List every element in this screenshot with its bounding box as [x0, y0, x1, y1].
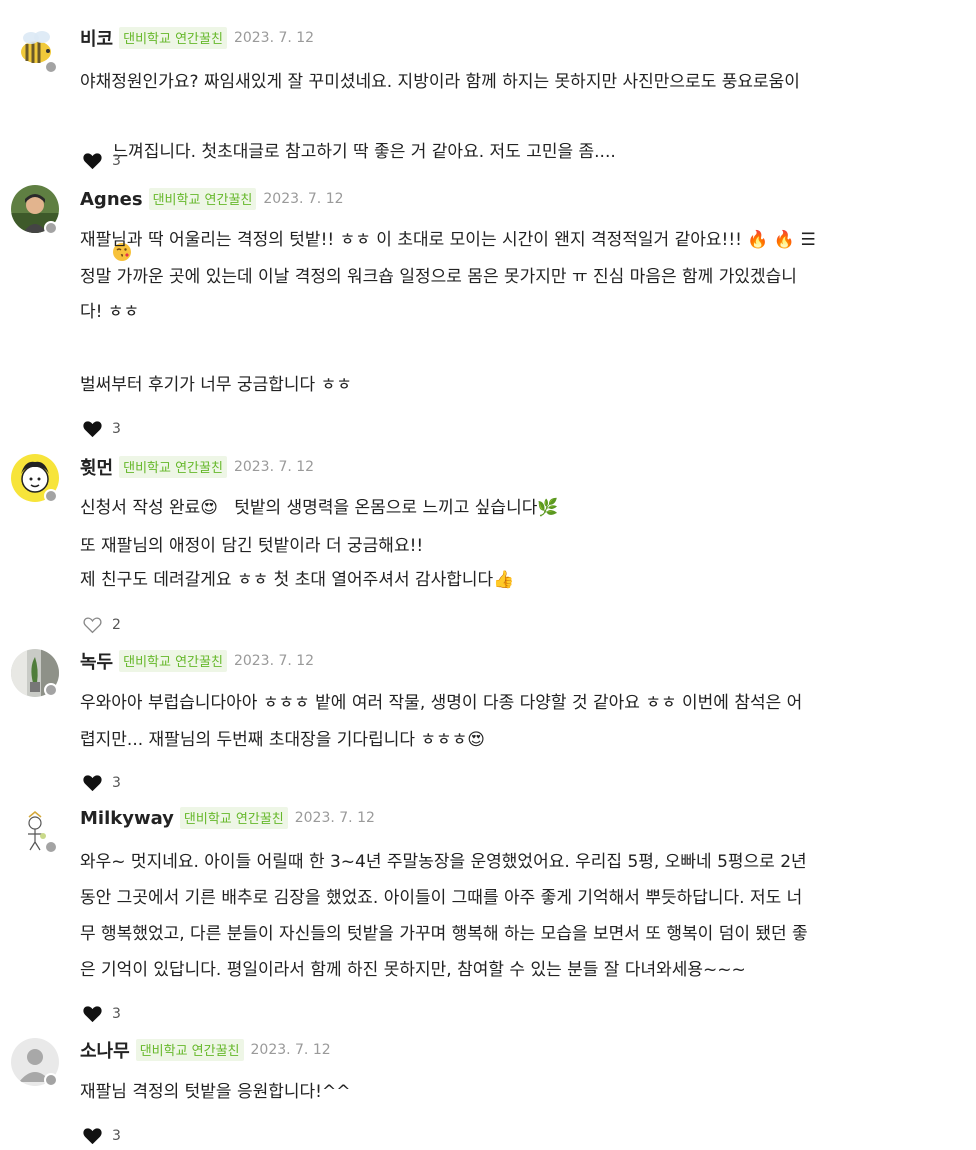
heart-outline-icon — [83, 617, 102, 634]
comment-header: 비코 댄비학교 연간꿀친 2023. 7. 12 — [80, 26, 314, 50]
comment-line: 신청서 작성 완료😍 텃밭의 생명력을 온몸으로 느끼고 싶습니다🌿 — [80, 498, 559, 518]
comment-line: 느껴집니다. 첫초대글로 참고하기 딱 좋은 거 같아요. 저도 고민을 좀..… — [112, 142, 616, 162]
online-status-icon — [44, 221, 58, 235]
comment-line: 또 재팔님의 애정이 담긴 텃밭이라 더 궁금해요!! — [80, 536, 424, 556]
comment-header: Agnes 댄비학교 연간꿀친 2023. 7. 12 — [80, 187, 344, 211]
like-button[interactable]: 3 — [82, 1003, 121, 1025]
like-count: 3 — [112, 153, 121, 169]
like-count: 3 — [112, 421, 121, 437]
like-button[interactable]: 3 — [82, 418, 121, 440]
comment-line: 정말 가까운 곳에 있는데 이날 격정의 워크숍 일정으로 몸은 못가지만 ㅠ … — [80, 267, 797, 287]
member-badge: 댄비학교 연간꿀친 — [135, 1039, 244, 1061]
member-badge: 댄비학교 연간꿀친 — [179, 807, 288, 829]
online-status-icon — [44, 1073, 58, 1087]
comment-line: 은 기억이 있답니다. 평일이라서 함께 하진 못하지만, 참여할 수 있는 분… — [80, 960, 746, 980]
author-name[interactable]: 휫먼 — [80, 454, 113, 480]
member-badge: 댄비학교 연간꿀친 — [148, 188, 257, 210]
member-badge: 댄비학교 연간꿀친 — [119, 650, 227, 672]
comment-line: 제 친구도 데려갈게요 ㅎㅎ 첫 초대 열어주셔서 감사합니다👍 — [80, 570, 515, 590]
comment-header: 소나무 댄비학교 연간꿀친 2023. 7. 12 — [80, 1038, 331, 1062]
author-name[interactable]: Agnes — [80, 189, 143, 210]
like-count: 3 — [112, 1006, 121, 1022]
online-status-icon — [44, 840, 58, 854]
comment-date: 2023. 7. 12 — [263, 191, 344, 207]
comment-list: 비코 댄비학교 연간꿀친 2023. 7. 12 야채정원인가요? 짜임새있게 … — [0, 0, 976, 1150]
author-name[interactable]: 비코 — [80, 25, 113, 51]
comment-line: 동안 그곳에서 기른 배추로 김장을 했었죠. 아이들이 그때를 아주 좋게 기… — [80, 888, 803, 908]
comment-line: 야채정원인가요? 짜임새있게 잘 꾸미셨네요. 지방이라 함께 하지는 못하지만… — [80, 72, 800, 92]
comment-line: 재팔님 격정의 텃밭을 응원합니다!^^ — [80, 1082, 351, 1102]
like-button[interactable]: 3 — [82, 150, 121, 172]
like-button[interactable]: 3 — [82, 1125, 121, 1147]
comment-date: 2023. 7. 12 — [233, 30, 315, 46]
comment-header: 휫먼 댄비학교 연간꿀친 2023. 7. 12 — [80, 455, 314, 479]
comment-line: 무 행복했었고, 다른 분들이 자신들의 텃밭을 가꾸며 행복해 하는 모습을 … — [80, 924, 808, 944]
heart-filled-icon — [83, 421, 102, 438]
comment-line: 재팔님과 딱 어울리는 격정의 텃밭!! ㅎㅎ 이 초대로 모이는 시간이 왠지… — [80, 230, 816, 250]
member-badge: 댄비학교 연간꿀친 — [119, 456, 227, 478]
like-count: 3 — [112, 1128, 121, 1144]
comment-line: 다! ㅎㅎ — [80, 302, 140, 322]
heart-filled-icon — [83, 153, 102, 170]
like-count: 2 — [112, 617, 121, 633]
comment-date: 2023. 7. 12 — [233, 653, 315, 669]
comment-header: Milkyway 댄비학교 연간꿀친 2023. 7. 12 — [80, 806, 375, 830]
online-status-icon — [44, 683, 58, 697]
comment-date: 2023. 7. 12 — [233, 459, 315, 475]
comment-line: 우와아아 부럽습니다아아 ㅎㅎㅎ 밭에 여러 작물, 생명이 다종 다양할 것 … — [80, 693, 803, 713]
heart-filled-icon — [83, 1006, 102, 1023]
author-name[interactable]: 소나무 — [80, 1037, 130, 1063]
online-status-icon — [44, 489, 58, 503]
like-count: 3 — [112, 775, 121, 791]
like-button[interactable]: 3 — [82, 772, 121, 794]
comment-header: 녹두 댄비학교 연간꿀친 2023. 7. 12 — [80, 649, 314, 673]
comment-line: 렵지만... 재팔님의 두번째 초대장을 기다립니다 ㅎㅎㅎ😍 — [80, 730, 486, 750]
comment-date: 2023. 7. 12 — [250, 1042, 331, 1058]
comment-line: 와우~ 멋지네요. 아이들 어릴때 한 3~4년 주말농장을 운영했었어요. 우… — [80, 852, 807, 872]
heart-filled-icon — [83, 775, 102, 792]
member-badge: 댄비학교 연간꿀친 — [119, 27, 227, 49]
online-status-icon — [44, 60, 58, 74]
like-button[interactable]: 2 — [82, 614, 121, 636]
comment-line: 벌써부터 후기가 너무 궁금합니다 ㅎㅎ — [80, 375, 352, 395]
author-name[interactable]: 녹두 — [80, 648, 113, 674]
heart-filled-icon — [83, 1128, 102, 1145]
comment-date: 2023. 7. 12 — [294, 810, 375, 826]
author-name[interactable]: Milkyway — [80, 808, 174, 829]
